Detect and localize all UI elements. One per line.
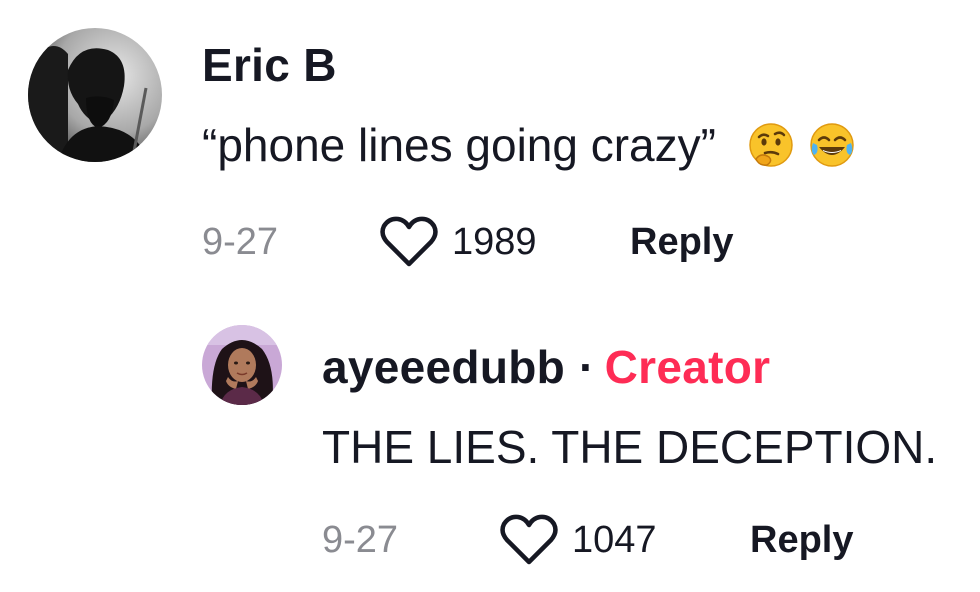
avatar-ayeeedubb[interactable] — [202, 325, 282, 405]
reply-text: THE LIES. THE DECEPTION. — [322, 421, 938, 473]
tears-of-joy-emoji-icon — [808, 121, 856, 169]
reply-header: ayeeedubb · Creator — [322, 340, 770, 394]
comment-text-content: “phone lines going crazy” — [202, 119, 716, 171]
reply-username[interactable]: ayeeedubb — [322, 341, 565, 393]
reply-like-count: 1047 — [572, 518, 657, 561]
comment-username[interactable]: Eric B — [202, 38, 337, 92]
like-count: 1989 — [452, 220, 537, 263]
separator-dot: · — [579, 341, 595, 393]
heart-icon[interactable] — [498, 512, 560, 568]
like-button[interactable]: 1989 — [378, 214, 630, 270]
comment-text: “phone lines going crazy” — [202, 118, 856, 172]
reply-meta: 9-27 1047 Reply — [322, 512, 853, 568]
reply-like-button[interactable]: 1047 — [498, 512, 750, 568]
reply-date: 9-27 — [322, 518, 399, 561]
heart-icon[interactable] — [378, 214, 440, 270]
thinking-face-emoji-icon — [747, 121, 795, 169]
avatar-eric-b[interactable] — [28, 28, 162, 162]
comment-date: 9-27 — [202, 220, 279, 263]
reply-button[interactable]: Reply — [630, 221, 733, 264]
creator-badge: Creator — [604, 341, 771, 393]
comment-meta: 9-27 1989 Reply — [202, 214, 733, 270]
reply-reply-button[interactable]: Reply — [750, 519, 853, 562]
